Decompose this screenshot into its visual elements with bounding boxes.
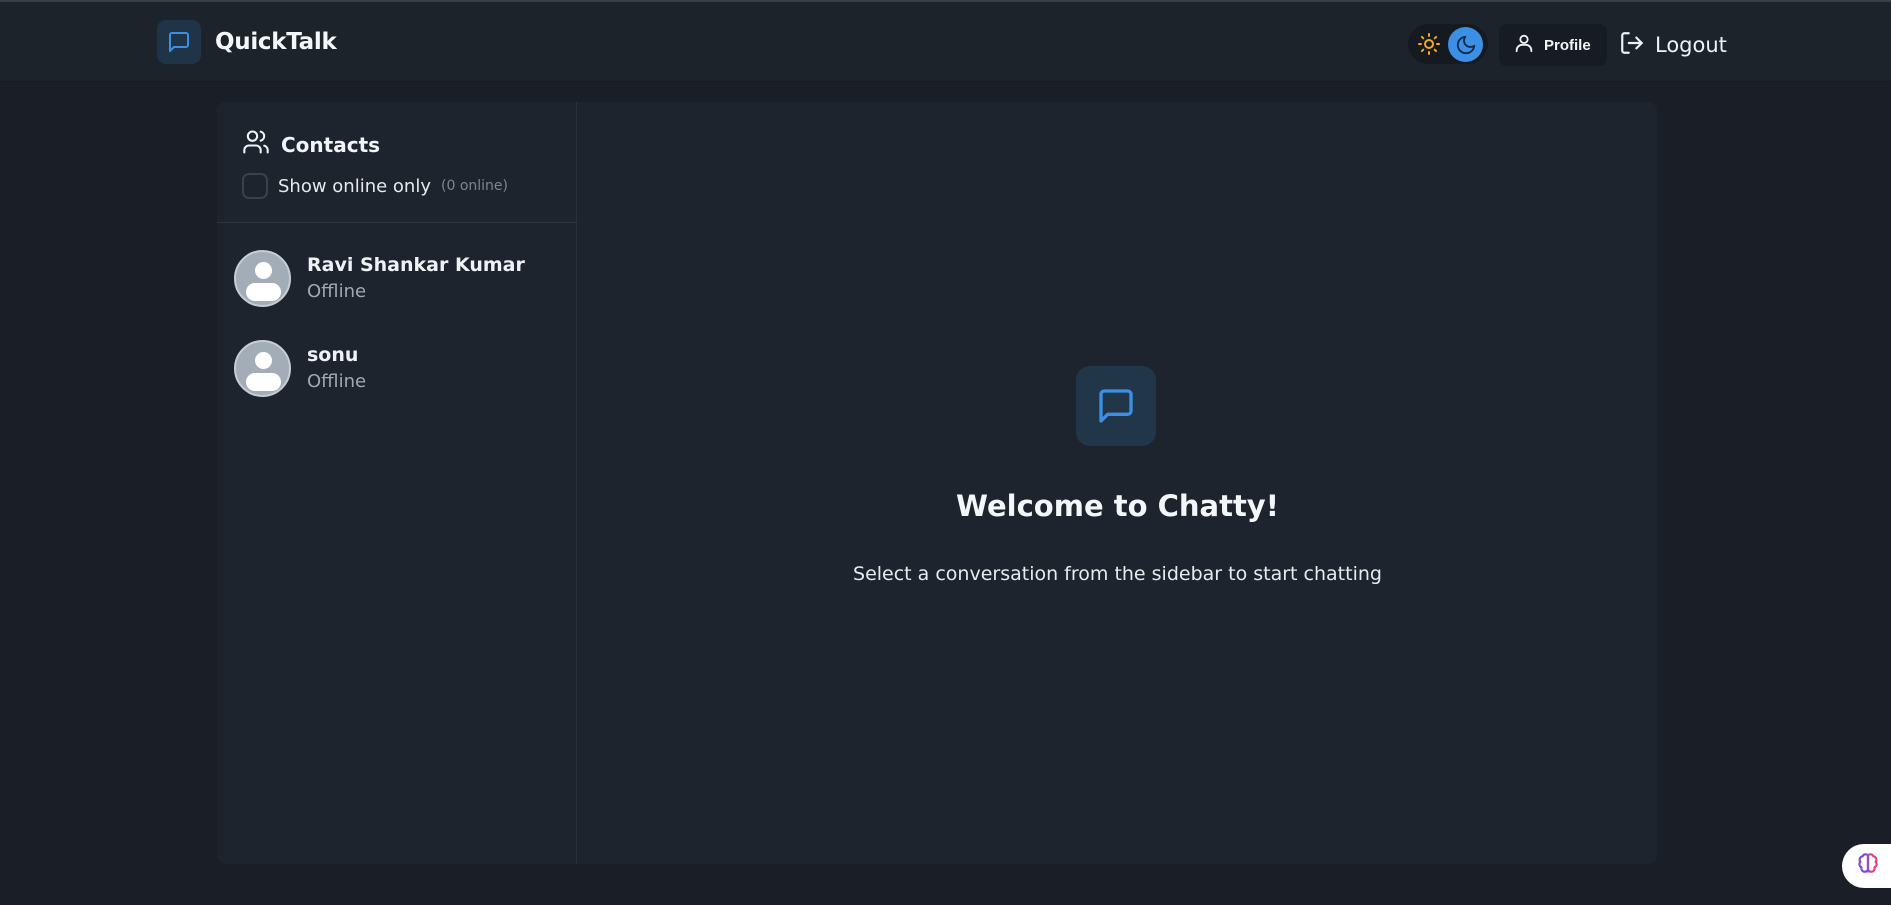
welcome-subtitle: Select a conversation from the sidebar t… (853, 563, 1382, 585)
profile-button[interactable]: Profile (1499, 24, 1607, 66)
sidebar-header: Contacts Show online only (0 online) (217, 102, 577, 223)
contact-item[interactable]: sonu Offline (217, 327, 577, 413)
contact-status: Offline (307, 371, 367, 392)
contact-name: sonu (307, 344, 359, 366)
chat-container: Contacts Show online only (0 online) Rav… (217, 102, 1657, 864)
navbar: QuickTalk Profile Logout (0, 2, 1891, 82)
users-icon (242, 128, 270, 161)
sun-icon[interactable] (1416, 31, 1442, 57)
welcome-panel: Welcome to Chatty! Select a conversation… (578, 102, 1657, 864)
online-count: (0 online) (441, 178, 508, 194)
logout-icon (1619, 30, 1645, 61)
logout-button[interactable]: Logout (1619, 28, 1727, 62)
online-filter: Show online only (0 online) (242, 173, 508, 199)
avatar (234, 250, 291, 307)
brain-extension-button[interactable] (1842, 844, 1891, 888)
moon-icon[interactable] (1448, 27, 1483, 62)
contact-item[interactable]: Ravi Shankar Kumar Offline (217, 237, 577, 323)
logout-label: Logout (1655, 33, 1727, 57)
contact-status: Offline (307, 281, 367, 302)
show-online-checkbox[interactable] (242, 173, 268, 199)
contacts-label: Contacts (281, 132, 381, 157)
profile-label: Profile (1544, 36, 1591, 54)
show-online-label[interactable]: Show online only (278, 176, 431, 197)
contact-name: Ravi Shankar Kumar (307, 254, 525, 276)
welcome-title: Welcome to Chatty! (956, 489, 1279, 523)
message-square-icon (1076, 366, 1156, 446)
brand-name: QuickTalk (215, 29, 337, 55)
contacts-title: Contacts (242, 128, 380, 161)
theme-toggle[interactable] (1408, 24, 1488, 64)
avatar (234, 340, 291, 397)
user-icon (1513, 32, 1535, 59)
message-square-icon (157, 20, 201, 64)
brain-icon (1855, 851, 1881, 882)
sidebar: Contacts Show online only (0 online) Rav… (217, 102, 577, 864)
brand[interactable]: QuickTalk (157, 20, 337, 64)
